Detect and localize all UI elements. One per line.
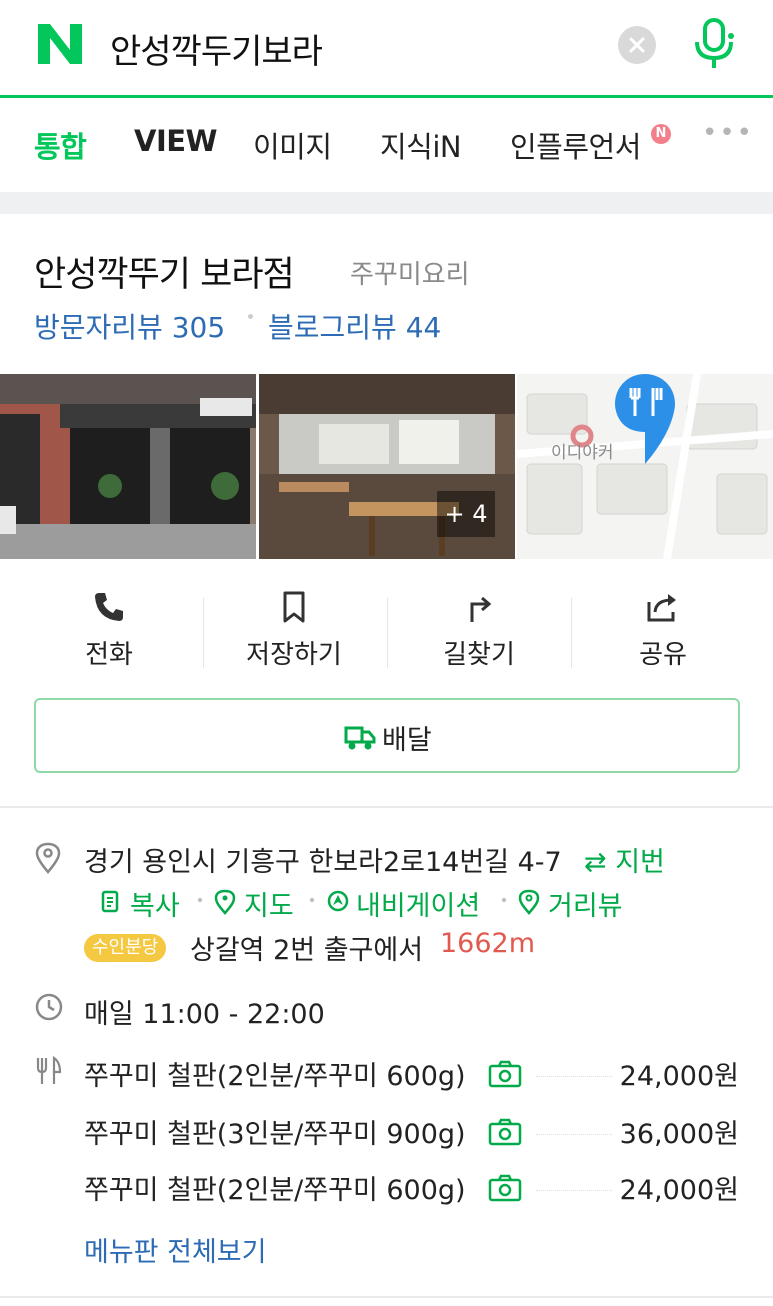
save-label: 저장하기	[246, 640, 342, 670]
new-badge: N	[651, 124, 671, 144]
call-label: 전화	[85, 640, 133, 670]
navigation-icon	[327, 890, 349, 912]
leader-dots	[536, 1190, 612, 1191]
tab-influencer[interactable]: 인플루언서	[510, 124, 641, 166]
bookmark-icon	[283, 591, 305, 623]
mic-icon[interactable]	[692, 18, 736, 70]
section-divider	[0, 806, 773, 808]
menu-item-name: 쭈꾸미 철판(3인분/쭈꾸미 900g)	[84, 1119, 466, 1150]
naver-logo-icon[interactable]	[36, 22, 84, 66]
camera-icon[interactable]	[488, 1118, 522, 1146]
tab-view[interactable]: VIEW	[134, 124, 218, 158]
delivery-button[interactable]: 배달	[34, 698, 740, 773]
jibun-toggle[interactable]: ⇄ 지번	[584, 840, 665, 879]
map-link[interactable]: 지도	[244, 884, 294, 923]
separator-dot	[198, 898, 202, 902]
blog-review-link[interactable]: 블로그리뷰 44	[268, 306, 441, 346]
menu-item-name: 쭈꾸미 철판(2인분/쭈꾸미 600g)	[84, 1175, 466, 1206]
station-text: 상갈역 2번 출구에서	[190, 935, 424, 966]
share-label: 공유	[639, 640, 687, 670]
distance-text: 1662m	[440, 928, 536, 959]
map-poi-label: 이디야커	[551, 443, 614, 463]
map-pin-icon	[214, 889, 236, 915]
leader-dots	[536, 1134, 612, 1135]
separator-dot	[310, 898, 314, 902]
phone-icon	[95, 593, 123, 621]
save-button[interactable]: 저장하기	[201, 580, 387, 680]
share-button[interactable]: 공유	[570, 580, 756, 680]
menu-item-name: 쭈꾸미 철판(2인분/쭈꾸미 600g)	[84, 1061, 466, 1092]
share-icon	[647, 594, 676, 622]
copy-icon	[101, 890, 119, 913]
location-map[interactable]: 이디야커	[517, 374, 773, 559]
tab-integrated[interactable]: 통합	[34, 124, 87, 166]
camera-icon[interactable]	[488, 1060, 522, 1088]
section-divider	[0, 1296, 773, 1298]
storefront-photo[interactable]	[0, 374, 256, 559]
business-hours[interactable]: 매일 11:00 - 22:00	[84, 992, 325, 1031]
navigation-link[interactable]: 내비게이션	[356, 884, 480, 923]
view-full-menu-link[interactable]: 메뉴판 전체보기	[84, 1230, 266, 1269]
visitor-review-link[interactable]: 방문자리뷰 305	[34, 306, 225, 346]
street-view-icon	[518, 889, 540, 915]
leader-dots	[536, 1076, 612, 1077]
tab-images[interactable]: 이미지	[253, 124, 332, 166]
clock-icon	[35, 993, 63, 1021]
section-gap	[0, 192, 773, 214]
directions-label: 길찾기	[443, 640, 515, 670]
menu-item-price: 24,000원	[619, 1175, 739, 1206]
tab-knowledge-in[interactable]: 지식iN	[380, 124, 462, 166]
directions-button[interactable]: 길찾기	[386, 580, 572, 680]
location-pin-icon	[35, 842, 61, 874]
delivery-truck-icon	[344, 726, 376, 750]
delivery-label: 배달	[382, 725, 432, 756]
place-title[interactable]: 안성깍뚜기 보라점	[34, 246, 295, 297]
menu-item-price: 36,000원	[619, 1119, 739, 1150]
interior-photo[interactable]: + 4	[259, 374, 515, 559]
directions-icon	[470, 596, 492, 622]
street-view-link[interactable]: 거리뷰	[548, 884, 623, 923]
search-input[interactable]: 안성깍두기보라	[110, 24, 323, 73]
action-bar: 전화 저장하기 길찾기 공유	[0, 580, 773, 680]
camera-icon[interactable]	[488, 1174, 522, 1202]
fork-knife-icon	[36, 1056, 62, 1084]
copy-link[interactable]: 복사	[130, 884, 180, 923]
more-photos-badge[interactable]: + 4	[437, 491, 495, 537]
call-button[interactable]: 전화	[16, 580, 202, 680]
address-text: 경기 용인시 기흥구 한보라2로14번길 4-7	[84, 847, 562, 878]
place-category: 주꾸미요리	[350, 260, 470, 290]
menu-item-price: 24,000원	[619, 1061, 739, 1092]
separator-dot	[502, 898, 506, 902]
clear-icon[interactable]	[618, 26, 656, 64]
more-icon[interactable]: •••	[702, 118, 754, 148]
subway-line-badge: 수인분당	[84, 934, 167, 962]
photo-strip: + 4 이디야커	[0, 374, 773, 559]
search-bar: 안성깍두기보라	[0, 0, 773, 98]
search-tabs: 통합 VIEW 이미지 지식iN 인플루언서	[0, 98, 773, 192]
separator-dot	[248, 314, 253, 319]
